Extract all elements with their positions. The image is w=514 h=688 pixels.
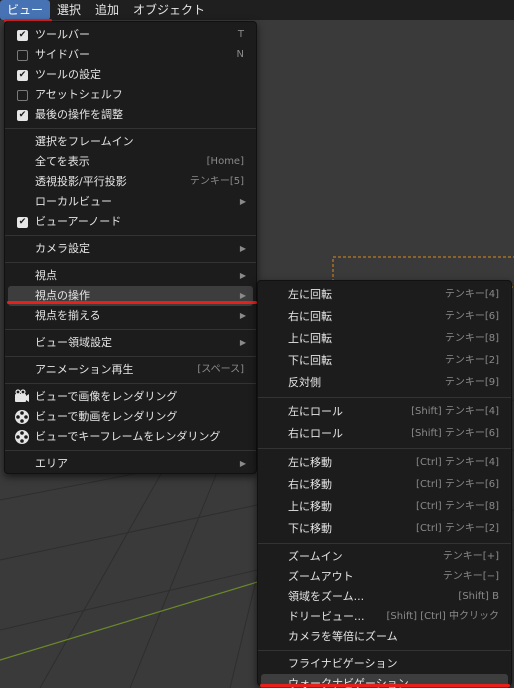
menu-item-asset-shelf[interactable]: アセットシェルフ — [5, 85, 256, 105]
menu-item-play-animation[interactable]: アニメーション再生 [スペース] — [5, 360, 256, 380]
menu-separator — [5, 329, 256, 330]
menu-item-viewport-render-keyframes[interactable]: ビューでキーフレームをレンダリング — [5, 427, 256, 447]
menu-separator — [5, 450, 256, 451]
menu-item-align-view[interactable]: 視点を揃える ▶ — [5, 306, 256, 326]
checkbox-checked-icon[interactable]: ✔ — [17, 30, 28, 41]
menu-item-roll-left[interactable]: 左にロール [Shift] テンキー[4] — [258, 401, 511, 423]
film-reel-icon — [15, 410, 29, 424]
submenu-arrow-icon: ▶ — [239, 338, 246, 347]
menu-item-zoom-region[interactable]: 領域をズーム... [Shift] B — [258, 587, 511, 607]
menu-item-orbit-opposite[interactable]: 反対側 テンキー[9] — [258, 372, 511, 394]
menu-item-orbit-down[interactable]: 下に回転 テンキー[2] — [258, 350, 511, 372]
menu-item-area[interactable]: エリア ▶ — [5, 454, 256, 474]
menu-separator — [5, 128, 256, 129]
menu-item-roll-right[interactable]: 右にロール [Shift] テンキー[6] — [258, 423, 511, 445]
menu-item-frame-all[interactable]: 全てを表示 [Home] — [5, 152, 256, 172]
menu-object[interactable]: オブジェクト — [126, 0, 212, 20]
menu-item-orbit-up[interactable]: 上に回転 テンキー[8] — [258, 328, 511, 350]
menu-item-fly-navigation[interactable]: フライナビゲーション — [258, 654, 511, 674]
menu-separator — [258, 543, 511, 544]
camera-icon — [15, 389, 29, 402]
menu-item-frame-selected[interactable]: 選択をフレームイン — [5, 132, 256, 152]
checkbox-checked-icon[interactable]: ✔ — [17, 217, 28, 228]
menu-add[interactable]: 追加 — [88, 0, 126, 20]
menu-item-adjust-last-operation[interactable]: ✔ 最後の操作を調整 — [5, 105, 256, 125]
menu-item-pan-down[interactable]: 下に移動 [Ctrl] テンキー[2] — [258, 518, 511, 540]
menu-separator — [5, 383, 256, 384]
checkbox-unchecked-icon[interactable] — [17, 90, 28, 101]
menu-item-dolly-view[interactable]: ドリービュー... [Shift] [Ctrl] 中クリック — [258, 607, 511, 627]
submenu-arrow-icon: ▶ — [239, 271, 246, 280]
menu-view[interactable]: ビュー — [0, 0, 51, 20]
menu-item-zoom-in[interactable]: ズームイン テンキー[+] — [258, 547, 511, 567]
menu-separator — [5, 262, 256, 263]
menu-separator — [258, 448, 511, 449]
menu-item-camera-settings[interactable]: カメラ設定 ▶ — [5, 239, 256, 259]
submenu-arrow-icon: ▶ — [239, 459, 246, 468]
menu-item-viewport-render-animation[interactable]: ビューで動画をレンダリング — [5, 407, 256, 427]
menu-item-local-view[interactable]: ローカルビュー ▶ — [5, 192, 256, 212]
menu-item-orbit-left[interactable]: 左に回転 テンキー[4] — [258, 284, 511, 306]
menu-item-sidebar[interactable]: サイドバー N — [5, 45, 256, 65]
menu-item-view-regions[interactable]: ビュー領域設定 ▶ — [5, 333, 256, 353]
menu-item-orbit-right[interactable]: 右に回転 テンキー[6] — [258, 306, 511, 328]
submenu-arrow-icon: ▶ — [239, 311, 246, 320]
checkbox-checked-icon[interactable]: ✔ — [17, 110, 28, 121]
menu-item-zoom-out[interactable]: ズームアウト テンキー[−] — [258, 567, 511, 587]
checkbox-checked-icon[interactable]: ✔ — [17, 70, 28, 81]
menu-item-viewport-render-image[interactable]: ビューで画像をレンダリング — [5, 387, 256, 407]
submenu-arrow-icon: ▶ — [239, 197, 246, 206]
annotation-underline-walk-navigation — [260, 684, 510, 687]
menu-item-viewer-node[interactable]: ✔ ビューアーノード — [5, 212, 256, 232]
menu-separator — [5, 356, 256, 357]
annotation-underline-navigation — [7, 301, 257, 304]
view-menu: ✔ ツールバー T サイドバー N ✔ ツールの設定 アセットシェルフ ✔ 最後… — [4, 21, 257, 474]
navigation-submenu: 左に回転 テンキー[4] 右に回転 テンキー[6] 上に回転 テンキー[8] 下… — [257, 280, 512, 688]
menu-item-pan-left[interactable]: 左に移動 [Ctrl] テンキー[4] — [258, 452, 511, 474]
menubar: ビュー 選択 追加 オブジェクト — [0, 0, 514, 20]
menu-item-viewpoint[interactable]: 視点 ▶ — [5, 266, 256, 286]
menu-separator — [258, 397, 511, 398]
menu-item-pan-up[interactable]: 上に移動 [Ctrl] テンキー[8] — [258, 496, 511, 518]
menu-separator — [5, 235, 256, 236]
menu-item-tool-settings[interactable]: ✔ ツールの設定 — [5, 65, 256, 85]
menu-item-persp-ortho[interactable]: 透視投影/平行投影 テンキー[5] — [5, 172, 256, 192]
menu-item-zoom-camera-1-to-1[interactable]: カメラを等倍にズーム — [258, 627, 511, 647]
menu-item-toolbar[interactable]: ✔ ツールバー T — [5, 25, 256, 45]
film-reel-icon — [15, 430, 29, 444]
submenu-arrow-icon: ▶ — [239, 244, 246, 253]
checkbox-unchecked-icon[interactable] — [17, 50, 28, 61]
menu-separator — [258, 650, 511, 651]
menu-select[interactable]: 選択 — [50, 0, 88, 20]
menu-item-pan-right[interactable]: 右に移動 [Ctrl] テンキー[6] — [258, 474, 511, 496]
